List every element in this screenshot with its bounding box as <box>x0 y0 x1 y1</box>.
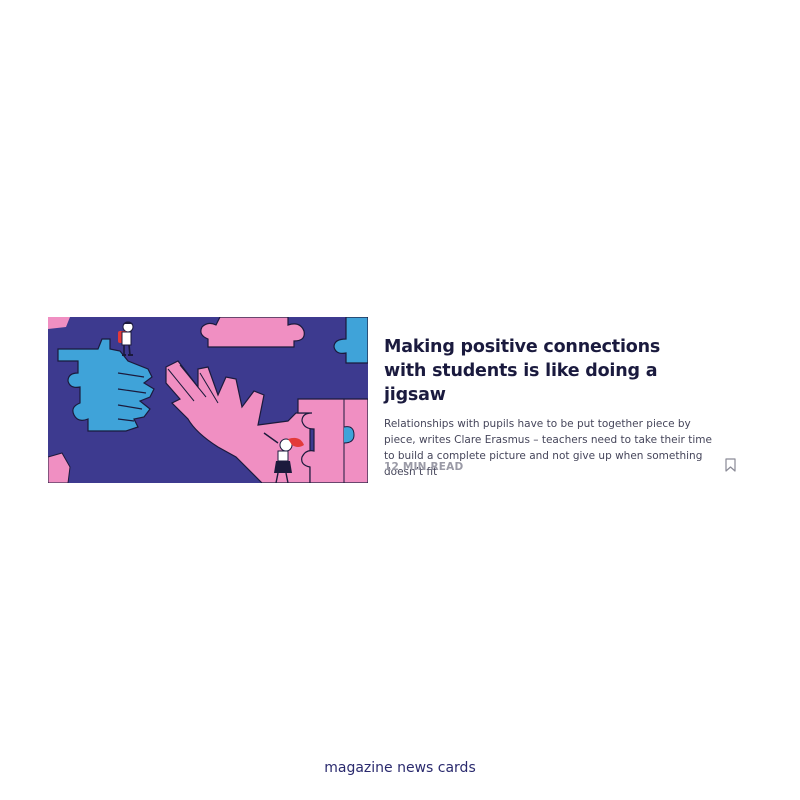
page-caption: magazine news cards <box>324 760 476 776</box>
bookmark-icon <box>724 458 736 472</box>
card-footer: 12 MIN READ <box>384 458 738 480</box>
read-time-label: 12 MIN READ <box>384 461 464 473</box>
bookmark-button[interactable] <box>722 455 738 475</box>
news-card[interactable]: Making positive connections with student… <box>48 317 748 483</box>
card-body: Making positive connections with student… <box>368 317 748 483</box>
card-illustration[interactable] <box>48 317 368 483</box>
article-title[interactable]: Making positive connections with student… <box>384 335 704 407</box>
page: Making positive connections with student… <box>0 0 800 800</box>
